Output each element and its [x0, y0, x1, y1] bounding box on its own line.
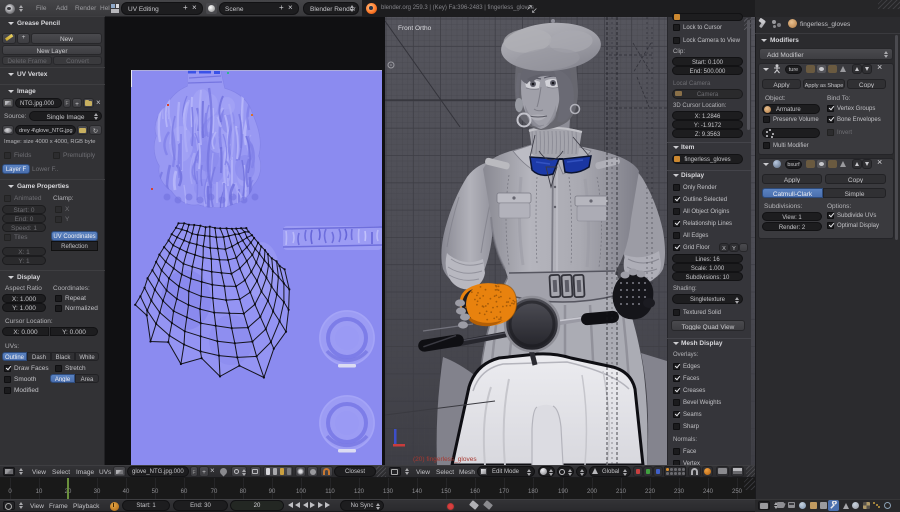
- svg-text:Front Ortho: Front Ortho: [398, 25, 432, 32]
- svg-text:(20) fingerless_gloves: (20) fingerless_gloves: [413, 456, 477, 463]
